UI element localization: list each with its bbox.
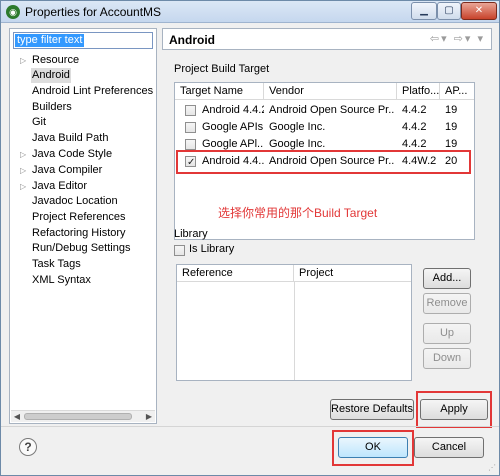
table-row-selected-target[interactable]: Android 4.4... Android Open Source Pr...… (175, 153, 474, 171)
is-library-checkbox[interactable] (174, 244, 185, 256)
apply-button[interactable]: Apply (420, 399, 488, 420)
ok-button[interactable]: OK (338, 437, 408, 458)
scroll-left-icon[interactable]: ◀ (11, 411, 23, 422)
is-library-label: Is Library (189, 243, 235, 255)
title-bar: ◉ Properties for AccountMS ▁ ▢ ✕ (1, 1, 499, 23)
expand-arrow-icon[interactable]: ▷ (20, 147, 30, 162)
down-button[interactable]: Down (423, 348, 471, 369)
column-header-platform[interactable]: Platfo... (397, 83, 440, 100)
library-table: Reference Project (176, 264, 412, 381)
help-icon[interactable]: ? (19, 438, 37, 456)
footer-divider (1, 426, 499, 427)
horizontal-scrollbar[interactable]: ◀ ▶ (11, 410, 155, 422)
history-nav[interactable]: ⇦▾ ⇨▾ ▾ (430, 32, 485, 45)
android-properties-page: Project Build Target Target Name Vendor … (162, 51, 492, 428)
page-title: Android (169, 33, 215, 47)
properties-dialog: ◉ Properties for AccountMS ▁ ▢ ✕ type fi… (0, 0, 500, 476)
target-checkbox[interactable] (185, 105, 196, 116)
remove-button[interactable]: Remove (423, 293, 471, 314)
category-tree: type filter text ▷ Resource Android Andr… (9, 28, 157, 424)
scroll-right-icon[interactable]: ▶ (143, 411, 155, 422)
back-arrow-icon[interactable]: ⇦ (430, 33, 441, 45)
column-header-reference[interactable]: Reference (177, 265, 294, 282)
close-button[interactable]: ✕ (461, 2, 497, 20)
expand-arrow-icon[interactable]: ▷ (20, 163, 30, 178)
filter-input[interactable]: type filter text (13, 32, 153, 49)
forward-arrow-icon[interactable]: ⇨ (454, 33, 465, 45)
page-header: Android ⇦▾ ⇨▾ ▾ (162, 28, 492, 50)
view-menu-icon[interactable]: ▾ (477, 33, 485, 45)
target-checkbox[interactable] (185, 139, 196, 150)
expand-arrow-icon[interactable]: ▷ (20, 53, 30, 68)
table-row[interactable]: Google APl... Google Inc. 4.4.2 19 (175, 136, 474, 153)
column-header-target-name[interactable]: Target Name (175, 83, 264, 100)
build-target-label: Project Build Target (174, 63, 270, 75)
table-row[interactable]: Android 4.4.2 Android Open Source Pr... … (175, 102, 474, 119)
is-library-option[interactable]: Is Library (174, 243, 235, 256)
annotation-text: 选择你常用的那个Build Target (218, 206, 378, 220)
library-label: Library (174, 228, 208, 240)
minimize-button[interactable]: ▁ (411, 2, 437, 20)
target-checkbox[interactable] (185, 122, 196, 133)
scrollbar-thumb[interactable] (24, 413, 132, 420)
restore-defaults-button[interactable]: Restore Defaults (330, 399, 414, 420)
resize-grip-icon[interactable]: ⋰ (488, 463, 496, 472)
column-header-project[interactable]: Project (294, 265, 411, 282)
up-button[interactable]: Up (423, 323, 471, 344)
cancel-button[interactable]: Cancel (414, 437, 484, 458)
expand-arrow-icon[interactable]: ▷ (20, 179, 30, 194)
add-button[interactable]: Add... (423, 268, 471, 289)
table-row[interactable]: Google APIs Google Inc. 4.4.2 19 (175, 119, 474, 136)
target-checkbox-checked[interactable] (185, 154, 196, 171)
filter-input-text: type filter text (15, 34, 85, 47)
eclipse-app-icon: ◉ (6, 5, 20, 19)
window-title: Properties for AccountMS (25, 5, 162, 19)
back-menu-icon[interactable]: ▾ (441, 33, 449, 45)
column-divider (294, 282, 295, 380)
column-header-api[interactable]: AP... (440, 83, 474, 100)
column-header-vendor[interactable]: Vendor (264, 83, 397, 100)
maximize-button[interactable]: ▢ (437, 2, 461, 20)
forward-menu-icon[interactable]: ▾ (465, 33, 473, 45)
